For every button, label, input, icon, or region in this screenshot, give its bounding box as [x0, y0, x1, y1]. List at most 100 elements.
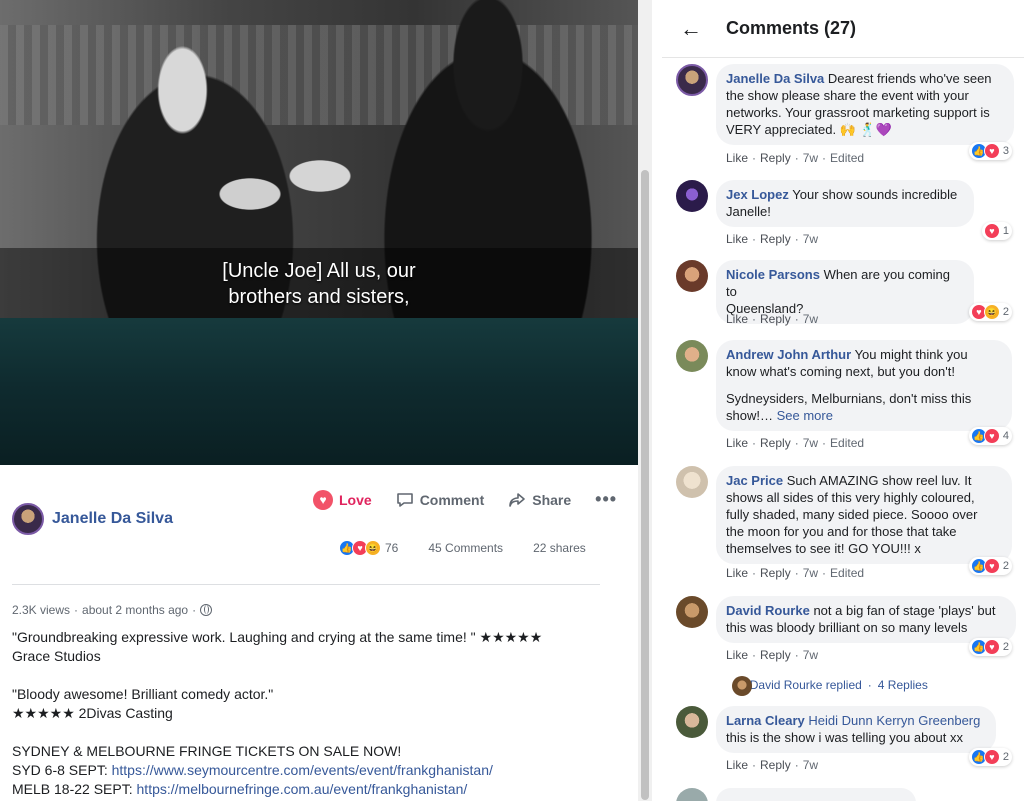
reply-link[interactable]: Reply	[760, 566, 791, 580]
reaction-icons: 👍 ♥	[970, 639, 1000, 655]
author-avatar[interactable]	[12, 503, 44, 535]
share-button[interactable]: Share	[508, 491, 571, 509]
like-link[interactable]: Like	[726, 312, 748, 326]
comment-button[interactable]: Comment	[396, 491, 485, 509]
reply-link[interactable]: Reply	[760, 648, 791, 662]
separator: ·	[867, 677, 872, 692]
post-author[interactable]: Janelle Da Silva	[12, 503, 173, 535]
commenter-avatar[interactable]	[676, 340, 708, 372]
comment-item: Jex Lopez Your show sounds incredible Ja…	[676, 180, 1016, 248]
comments-header: ← Comments (27)	[662, 0, 1024, 58]
scrollbar-thumb[interactable]	[641, 170, 649, 800]
comment-text: the moon for you and for those that take	[726, 524, 957, 539]
haha-reaction-icon: 😆	[365, 540, 381, 556]
commenter-avatar[interactable]	[676, 788, 708, 801]
comment-author[interactable]: Janelle Da Silva	[726, 71, 824, 86]
edited-label[interactable]: Edited	[830, 151, 864, 165]
comment-text: not a big fan of stage 'plays' but	[813, 603, 996, 618]
reaction-icons: 👍 ♥	[970, 749, 1000, 765]
comment-reactions[interactable]: 👍 ♥ 4	[968, 427, 1012, 445]
commenter-avatar[interactable]	[676, 180, 708, 212]
separator: ·	[794, 566, 799, 580]
separator: ·	[752, 312, 757, 326]
love-reaction-icon: ♥	[983, 558, 1000, 574]
meta-separator: ·	[192, 603, 197, 617]
reply-link[interactable]: Reply	[760, 151, 791, 165]
comment-reaction-count: 1	[1002, 225, 1009, 237]
comment-age[interactable]: 7w	[803, 436, 818, 450]
video-player[interactable]: [Uncle Joe] All us, our brothers and sis…	[0, 0, 638, 465]
reply-link[interactable]: Reply	[760, 232, 791, 246]
comment-actions: Like · Reply · 7w · Edited	[726, 566, 864, 580]
comment-age[interactable]: 7w	[803, 566, 818, 580]
author-name[interactable]: Janelle Da Silva	[52, 510, 173, 528]
sydney-link[interactable]: https://www.seymourcentre.com/events/eve…	[112, 762, 493, 778]
comment-reactions[interactable]: ♥ 1	[981, 222, 1012, 240]
sydney-label: SYD 6-8 SEPT:	[12, 762, 112, 778]
like-link[interactable]: Like	[726, 758, 748, 772]
comment-author[interactable]: Andrew John Arthur	[726, 347, 851, 362]
comment-text: You might think you	[854, 347, 968, 362]
post-meta: 2.3K views · about 2 months ago ·	[12, 603, 213, 617]
reaction-icons: 👍 ♥	[970, 558, 1000, 574]
melbourne-link[interactable]: https://melbournefringe.com.au/event/fra…	[137, 781, 468, 797]
comments-count[interactable]: 45 Comments	[428, 541, 503, 555]
tagged-names[interactable]: Heidi Dunn Kerryn Greenberg	[808, 713, 980, 728]
comment-author[interactable]: Jex Lopez	[726, 187, 789, 202]
commenter-avatar[interactable]	[676, 260, 708, 292]
reply-link[interactable]: Reply	[760, 758, 791, 772]
comment-reactions[interactable]: 👍 ♥ 3	[968, 142, 1012, 160]
comment-reactions[interactable]: 👍 ♥ 2	[968, 638, 1012, 656]
comment-reactions[interactable]: 👍 ♥ 2	[968, 557, 1012, 575]
comment-label: Comment	[419, 491, 485, 508]
comment-text: shows all sides of this very highly colo…	[726, 490, 975, 505]
comment-reaction-count: 3	[1002, 145, 1009, 157]
comment-author[interactable]: David Rourke	[726, 603, 810, 618]
like-link[interactable]: Like	[726, 232, 748, 246]
like-link[interactable]: Like	[726, 566, 748, 580]
comment-author[interactable]: Nicole Parsons	[726, 267, 820, 282]
love-button[interactable]: ♥ Love	[313, 489, 372, 510]
comment-reaction-count: 2	[1002, 306, 1009, 318]
comment-bubble: Janelle Da Silva Dearest friends who've …	[716, 64, 1014, 145]
reaction-icons: 👍 ♥	[970, 143, 1000, 159]
reaction-icons: 👍 ♥	[970, 428, 1000, 444]
commenter-avatar[interactable]	[676, 596, 708, 628]
post-stats: 👍 ♥ 😆 76 45 Comments 22 shares	[339, 540, 609, 556]
edited-label[interactable]: Edited	[830, 436, 864, 450]
more-options-icon[interactable]: •••	[595, 489, 617, 510]
back-arrow-icon[interactable]: ←	[680, 16, 704, 42]
comment-age[interactable]: 7w	[803, 312, 818, 326]
comment-text: Your show sounds incredible	[792, 187, 958, 202]
view-replies-link[interactable]: ↳ David Rourke replied · 4 Replies	[732, 676, 928, 696]
commenter-avatar[interactable]	[676, 706, 708, 738]
like-link[interactable]: Like	[726, 436, 748, 450]
edited-label[interactable]: Edited	[830, 566, 864, 580]
see-more-link[interactable]: See more	[777, 408, 833, 423]
comment-age[interactable]: 7w	[803, 758, 818, 772]
comment-reaction-count: 4	[1002, 430, 1009, 442]
comment-age[interactable]: 7w	[803, 151, 818, 165]
comment-age[interactable]: 7w	[803, 648, 818, 662]
reply-link[interactable]: Reply	[760, 312, 791, 326]
comment-bubble: Andrew John Arthur You might think you k…	[716, 340, 1012, 431]
page-scrollbar[interactable]	[638, 0, 652, 801]
like-link[interactable]: Like	[726, 151, 748, 165]
reply-link[interactable]: Reply	[760, 436, 791, 450]
commenter-avatar[interactable]	[676, 64, 708, 96]
reaction-count[interactable]: 76	[385, 541, 398, 555]
commenter-avatar[interactable]	[676, 466, 708, 498]
view-count: 2.3K views	[12, 603, 71, 617]
comment-reactions[interactable]: ♥ 😆 2	[968, 303, 1012, 321]
reaction-icons[interactable]: 👍 ♥ 😆	[339, 540, 381, 556]
replies-count: 4 Replies	[877, 677, 928, 692]
comment-item: Janelle Da Silva Dearest friends who've …	[676, 64, 1016, 168]
like-link[interactable]: Like	[726, 648, 748, 662]
replies-author: David Rourke replied	[749, 677, 862, 692]
comment-author[interactable]: Larna Cleary	[726, 713, 805, 728]
comment-age[interactable]: 7w	[803, 232, 818, 246]
comment-reactions[interactable]: 👍 ♥ 2	[968, 748, 1012, 766]
shares-count[interactable]: 22 shares	[533, 541, 586, 555]
comment-author[interactable]: Jac Price	[726, 473, 783, 488]
post-time[interactable]: about 2 months ago	[82, 603, 188, 617]
